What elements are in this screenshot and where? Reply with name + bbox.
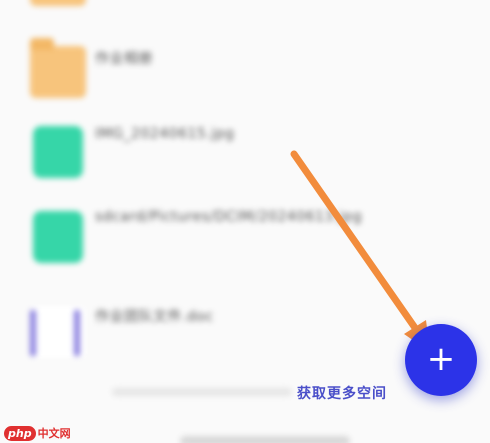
get-more-space-link[interactable]: 获取更多空间: [297, 383, 387, 403]
file-list-screen: 作业相册 IMG_20240615.jpg sdcard/Pictures/DC…: [0, 0, 490, 443]
watermark-site: 中文网: [37, 427, 71, 440]
plus-icon: +: [426, 339, 456, 379]
arrow-shaft: [290, 150, 424, 339]
watermark-badge: php: [4, 425, 36, 441]
add-button[interactable]: +: [405, 324, 477, 396]
watermark: php 中文网: [4, 425, 71, 441]
